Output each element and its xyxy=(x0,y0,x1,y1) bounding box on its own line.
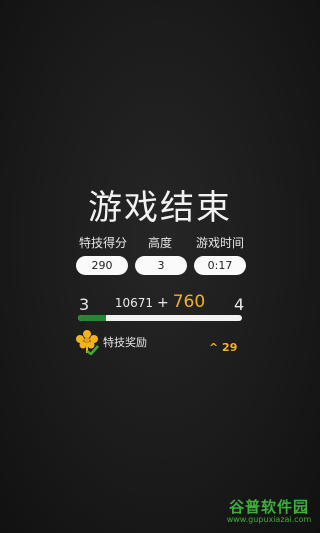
watermark-url: www.gupuxiazai.com xyxy=(226,515,312,524)
score-gain: 760 xyxy=(172,292,206,312)
level-progress-fill xyxy=(78,315,106,321)
score-line: 10671 +760 xyxy=(0,292,320,312)
stat-label-game-time: 游戏时间 xyxy=(195,236,244,250)
watermark-text: 谷普软件园 xyxy=(228,498,309,516)
stat-value-trick-score: 290 xyxy=(76,256,128,275)
bonus-value: ^ 29 xyxy=(209,341,238,354)
game-over-title: 游戏结束 xyxy=(88,188,232,228)
stat-value-height: 3 xyxy=(135,256,187,275)
level-progress-bar xyxy=(78,315,242,321)
watermark-logo: 谷普软件园 www.gupuxiazai.com xyxy=(222,496,316,524)
stat-value-game-time: 0:17 xyxy=(194,256,246,275)
bonus-label: 特技奖励 xyxy=(103,336,147,349)
score-plus-sign: + xyxy=(157,295,169,311)
flower-check-icon xyxy=(76,330,99,355)
score-base: 10671 xyxy=(114,296,153,310)
